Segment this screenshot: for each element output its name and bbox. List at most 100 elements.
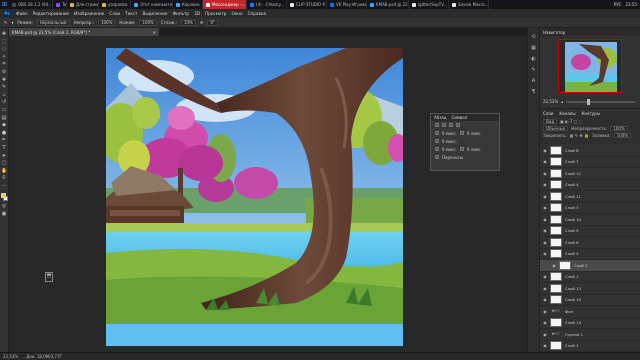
tab-layers[interactable]: Слои xyxy=(543,111,553,116)
taskbar-tab[interactable]: VK Play Игрово... xyxy=(327,0,367,9)
visibility-eye-icon[interactable]: ◉ xyxy=(543,159,547,164)
taskbar-tab[interactable]: OBS 28.1.2 (64-... xyxy=(9,0,53,9)
filter-icons[interactable]: ▣ ◐ T ▢ ⬚ xyxy=(560,119,582,124)
history-icon[interactable]: ⟲ xyxy=(531,34,535,40)
opacity-field[interactable]: 100% xyxy=(97,19,116,26)
layer-row[interactable]: ◉ Слой 11 xyxy=(540,191,640,203)
move-tool-icon[interactable]: ✥ xyxy=(1,32,7,37)
tab-paragraph[interactable]: Абзац xyxy=(434,115,447,120)
crop-tool-icon[interactable]: ⌗ xyxy=(1,62,7,67)
menu-item[interactable]: Просмотр xyxy=(205,11,227,16)
taskbar-tab[interactable]: Для стримов xyxy=(67,0,99,9)
tab-channels[interactable]: Каналы xyxy=(559,111,575,116)
paragraph-icon[interactable]: ¶ xyxy=(532,89,535,95)
layer-name[interactable]: Слой 8 xyxy=(565,148,579,153)
color-icon[interactable]: ◐ xyxy=(531,56,535,62)
navigator-zoom-value[interactable]: 22,53% xyxy=(543,99,558,104)
tab-paths[interactable]: Контуры xyxy=(581,111,599,116)
lock-icons[interactable]: ▦ ✎ ✥ 🔒 xyxy=(570,133,589,138)
layer-name[interactable]: Слой 15 xyxy=(565,297,581,302)
layer-row[interactable]: ◉ Слой 5 xyxy=(540,249,640,260)
hand-tool-icon[interactable]: ✋ xyxy=(1,168,7,174)
visibility-eye-icon[interactable]: ◉ xyxy=(543,286,547,291)
space-before-field[interactable]: 0 пикс. xyxy=(442,147,457,152)
layer-row[interactable]: ◉ Слой 10 xyxy=(540,214,640,226)
menu-item[interactable]: Текст xyxy=(125,11,137,16)
layer-name[interactable]: Группа 1 xyxy=(565,332,583,337)
eyedropper-tool-icon[interactable]: ⊘ xyxy=(1,69,7,75)
move-icon[interactable]: ⬒ xyxy=(45,272,53,282)
layer-row[interactable]: ◉ Слой 1 xyxy=(540,341,640,352)
zoom-out-icon[interactable]: ▴ xyxy=(561,99,563,104)
layer-name[interactable]: Слой 10 xyxy=(565,217,581,222)
visibility-eye-icon[interactable]: ◉ xyxy=(543,274,547,279)
layer-row[interactable]: ◉ Слой 13 xyxy=(540,283,640,295)
layer-row[interactable]: ◉ ▸▭ Фон xyxy=(540,306,640,318)
brush-icon[interactable]: ✎ xyxy=(4,20,7,25)
blur-tool-icon[interactable]: ◆ xyxy=(1,123,7,128)
brush-preset-picker[interactable]: ▾ xyxy=(11,20,13,25)
layer-row[interactable]: ◉ Слой 8 xyxy=(540,145,640,157)
smooth-field[interactable]: 10% xyxy=(180,19,196,26)
visibility-eye-icon[interactable]: ◉ xyxy=(543,182,547,187)
pen-tool-icon[interactable]: ✒ xyxy=(1,138,7,143)
dodge-tool-icon[interactable]: ● xyxy=(1,130,7,136)
layer-name[interactable]: Слой 7 xyxy=(565,159,579,164)
layer-row[interactable]: ◉ Слой 15 xyxy=(540,295,640,306)
visibility-eye-icon[interactable]: ◉ xyxy=(543,205,547,210)
taskbar-tab[interactable]: CLIP STUDIO P... xyxy=(287,0,327,9)
visibility-eye-icon[interactable]: ◉ xyxy=(543,251,547,256)
layer-name[interactable]: Слой 4 xyxy=(565,182,579,187)
angle-field[interactable]: 0° xyxy=(207,19,218,26)
rectangle-tool-icon[interactable]: ▢ xyxy=(1,161,7,166)
marquee-tool-icon[interactable]: ⬚ xyxy=(1,39,7,45)
menu-item[interactable]: Слои xyxy=(109,11,120,16)
visibility-eye-icon[interactable]: ◉ xyxy=(543,148,547,153)
menu-item[interactable]: Окно xyxy=(231,11,242,16)
screen-mode-icon[interactable]: ▣ xyxy=(1,211,7,217)
blend-mode-select[interactable]: Обычные xyxy=(543,126,569,131)
flow-field[interactable]: 100% xyxy=(139,19,157,26)
quick-mask-icon[interactable]: ◎ xyxy=(1,204,7,209)
visibility-eye-icon[interactable]: ◉ xyxy=(543,171,547,176)
taskbar-tab[interactable]: Savoie Macro... xyxy=(449,0,489,9)
visibility-eye-icon[interactable]: ◉ xyxy=(543,320,547,325)
path-selection-tool-icon[interactable]: ➤ xyxy=(1,153,7,159)
taskbar-tab[interactable]: lgitter/SvpTV... xyxy=(409,0,449,9)
layer-name[interactable]: Слой 5 xyxy=(565,251,579,256)
navigator-title[interactable]: Навигатор xyxy=(543,30,565,35)
visibility-eye-icon[interactable]: ◉ xyxy=(552,263,556,268)
visibility-eye-icon[interactable]: ◉ xyxy=(543,217,547,222)
visibility-eye-icon[interactable]: ◉ xyxy=(543,343,547,348)
tray-clock[interactable]: 23:55 xyxy=(625,2,637,7)
document-tab[interactable]: KMAB.psd @ 22,5% (Слой 2, RGB/8*) * × xyxy=(9,28,159,36)
layer-name[interactable]: Слой 11 xyxy=(565,194,581,199)
status-zoom[interactable]: 22,53% xyxy=(3,354,18,359)
mode-select[interactable]: Нормальный xyxy=(36,19,70,26)
visibility-eye-icon[interactable]: ◉ xyxy=(543,228,547,233)
foreground-color-swatch[interactable] xyxy=(0,193,6,199)
align-center-icon[interactable] xyxy=(442,123,446,127)
layer-name[interactable]: Фон xyxy=(565,309,573,314)
close-icon[interactable]: × xyxy=(153,30,156,35)
visibility-eye-icon[interactable]: ◉ xyxy=(543,297,547,302)
first-line-indent-field[interactable]: 0 пикс. xyxy=(442,139,457,144)
navigator-thumbnail[interactable] xyxy=(558,39,622,93)
layer-name[interactable]: Слой 2 xyxy=(574,263,588,268)
taskbar-tab[interactable]: Мессенджер -... xyxy=(203,0,247,9)
taskbar-tab[interactable]: Этот компьюте... xyxy=(131,0,173,9)
clone-stamp-tool-icon[interactable]: ⊥ xyxy=(1,92,7,98)
menu-item[interactable]: Справка xyxy=(248,11,266,16)
menu-item[interactable]: Выделение xyxy=(143,11,168,16)
character-icon[interactable]: A xyxy=(532,78,535,84)
taskbar-tab[interactable]: KMAB.psd @ 22... xyxy=(367,0,409,9)
layer-row[interactable]: ◉ Слой 12 xyxy=(540,168,640,180)
visibility-eye-icon[interactable]: ◉ xyxy=(543,240,547,245)
layer-kind-filter[interactable]: Вид xyxy=(543,119,558,124)
layer-name[interactable]: Слой 13 xyxy=(565,286,581,291)
align-right-icon[interactable] xyxy=(449,123,453,127)
windows-start-icon[interactable]: ⊞ xyxy=(0,0,9,9)
visibility-eye-icon[interactable]: ◉ xyxy=(543,194,547,199)
menu-item[interactable]: 3D xyxy=(194,11,200,16)
zoom-slider-handle[interactable] xyxy=(586,98,590,105)
